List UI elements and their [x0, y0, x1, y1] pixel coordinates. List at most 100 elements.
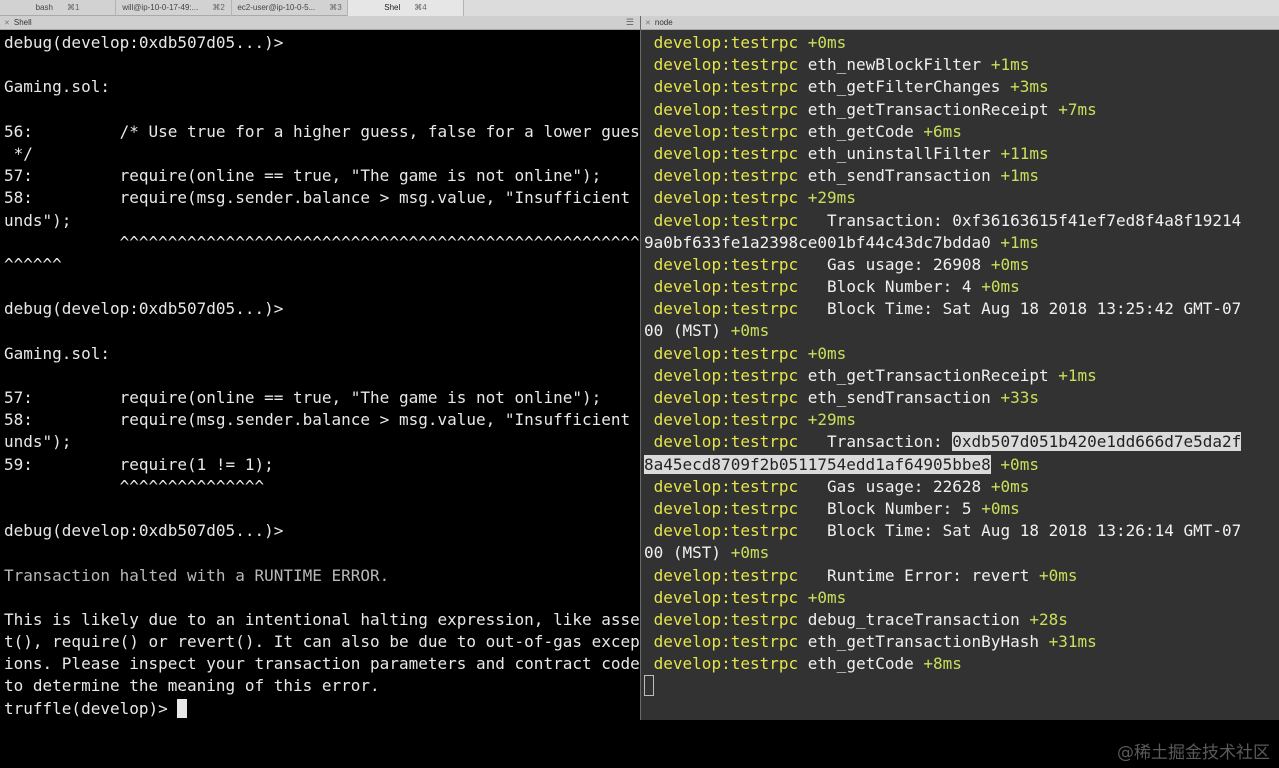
log-line: develop:testrpc Runtime Error: revert +0… — [644, 565, 1241, 587]
log-message: Block Number: 5 — [807, 498, 972, 518]
right-pane-header[interactable]: ✕ node — [641, 16, 1279, 30]
terminal-line: */ — [4, 143, 33, 163]
log-line-continuation: 8a45ecd8709f2b0511754edd1af64905bbe8 +0m… — [644, 454, 1241, 476]
log-line: develop:testrpc eth_sendTransaction +1ms — [644, 165, 1241, 187]
left-pane-header[interactable]: ✕ Shell ☰ — [0, 16, 640, 30]
log-tag: develop:testrpc — [653, 143, 799, 163]
log-time: +28s — [1029, 609, 1068, 629]
terminal-line: debug(develop:0xdb507d05...)> — [4, 521, 284, 541]
log-line: develop:testrpc eth_sendTransaction +33s — [644, 387, 1241, 409]
terminal-line: 56: /* Use true for a higher guess, fals… — [4, 121, 640, 141]
right-pane-title: node — [654, 18, 673, 27]
terminal-line: 58: require(msg.sender.balance > msg.val… — [4, 188, 640, 208]
log-time: +0ms — [990, 254, 1030, 274]
log-time: +0ms — [730, 321, 770, 341]
terminal-line: t(), require() or revert(). It can also … — [4, 632, 640, 652]
log-line: develop:testrpc +0ms — [644, 32, 1241, 54]
log-message: Block Time: Sat Aug 18 2018 13:26:14 GMT… — [807, 521, 1242, 541]
log-line: develop:testrpc Block Time: Sat Aug 18 2… — [644, 298, 1242, 320]
log-message: eth_getTransactionReceipt — [807, 365, 1049, 385]
terminal-line: 59: require(1 != 1); — [4, 454, 274, 474]
log-message: eth_sendTransaction — [807, 166, 991, 186]
close-icon[interactable]: ✕ — [4, 19, 10, 27]
log-time: +1ms — [990, 55, 1030, 75]
log-tag: develop:testrpc — [653, 498, 799, 518]
log-tag: develop:testrpc — [653, 343, 799, 363]
log-tag: develop:testrpc — [653, 388, 799, 407]
log-line: develop:testrpc eth_getCode +6ms — [644, 121, 1241, 143]
log-message: eth_newBlockFilter — [807, 55, 982, 75]
terminal-cursor — [177, 698, 188, 718]
log-tag: develop:testrpc — [653, 277, 799, 297]
log-line: develop:testrpc eth_getTransactionByHash… — [644, 631, 1241, 653]
log-line: develop:testrpc +0ms — [644, 587, 1241, 609]
log-message: debug_traceTransaction — [807, 609, 1020, 629]
log-time: +0ms — [1000, 454, 1039, 474]
log-message: eth_uninstallFilter — [807, 143, 991, 163]
log-tag: develop:testrpc — [653, 210, 799, 230]
log-tag: develop:testrpc — [653, 188, 799, 208]
prompt-line[interactable]: truffle(develop)> — [4, 698, 640, 720]
log-tag: develop:testrpc — [653, 77, 799, 97]
tab-shortcut: ⌘2 — [212, 3, 225, 12]
close-icon[interactable]: ✕ — [645, 19, 651, 27]
log-message: eth_getTransactionByHash — [807, 632, 1039, 652]
log-tag: develop:testrpc — [653, 55, 799, 75]
log-time: +29ms — [807, 410, 856, 430]
log-time: +0ms — [807, 343, 847, 363]
log-line: develop:testrpc debug_traceTransaction +… — [644, 609, 1241, 631]
shell-terminal-pane[interactable]: debug(develop:0xdb507d05...)> Gaming.sol:… — [0, 30, 640, 720]
tab-label: ec2-user@ip-10-0-5... — [237, 3, 316, 12]
log-message: Block Number: 4 — [807, 277, 972, 297]
log-line: develop:testrpc +29ms — [644, 187, 1241, 209]
log-tag: develop:testrpc — [653, 654, 799, 674]
watermark: @稀土掘金技术社区 — [1117, 743, 1270, 763]
log-line: develop:testrpc Transaction: 0xdb507d051… — [644, 431, 1242, 453]
log-time: +0ms — [807, 33, 847, 52]
log-tag: develop:testrpc — [653, 33, 799, 52]
node-cursor-line[interactable] — [644, 675, 1241, 697]
node-log-output: develop:testrpc +0ms develop:testrpc eth… — [644, 32, 1242, 698]
tab-2[interactable]: will@ip-10-0-17-49:... ⌘2 — [116, 0, 232, 16]
tab-3[interactable]: ec2-user@ip-10-0-5... ⌘3 — [232, 0, 348, 16]
terminal-line: Gaming.sol: — [4, 77, 110, 97]
log-time: +0ms — [981, 277, 1020, 297]
log-line: develop:testrpc Transaction: 0xf36163615… — [644, 210, 1242, 232]
log-line-continuation: 9a0bf633fe1a2398ce001bf44c43dc7bdda0 +1m… — [644, 232, 1241, 254]
tab-bar-filler — [464, 0, 1279, 16]
tab-4[interactable]: Shel ⌘4 — [348, 0, 464, 16]
log-line: develop:testrpc eth_getTransactionReceip… — [644, 365, 1241, 387]
selected-hash[interactable]: 0xdb507d051b420e1dd666d7e5da2f — [952, 432, 1242, 452]
log-time: +3ms — [1010, 77, 1049, 97]
log-message: eth_getCode — [807, 654, 914, 674]
log-time: +11ms — [1000, 143, 1049, 163]
log-line: develop:testrpc +0ms — [644, 343, 1241, 365]
log-message: eth_sendTransaction — [807, 388, 991, 407]
terminal-line: Gaming.sol: — [4, 343, 110, 363]
log-line: develop:testrpc eth_getTransactionReceip… — [644, 99, 1241, 121]
log-tag: develop:testrpc — [653, 299, 799, 319]
log-tag: develop:testrpc — [653, 521, 799, 541]
log-tag: develop:testrpc — [653, 254, 799, 274]
terminal-line: 58: require(msg.sender.balance > msg.val… — [4, 410, 640, 430]
log-time: +29ms — [807, 188, 856, 208]
log-tag: develop:testrpc — [653, 365, 799, 385]
tab-shortcut: ⌘4 — [414, 3, 427, 12]
tab-label: Shel — [384, 3, 401, 12]
menu-icon[interactable]: ☰ — [626, 17, 634, 28]
log-time: +1ms — [1058, 365, 1097, 385]
terminal-line: 57: require(online == true, "The game is… — [4, 388, 602, 407]
log-time: +7ms — [1058, 99, 1097, 119]
terminal-line: ^^^^^^^^^^^^^^^^^^^^^^^^^^^^^^^^^^^^^^^^… — [4, 232, 640, 252]
log-line: develop:testrpc eth_newBlockFilter +1ms — [644, 54, 1241, 76]
tab-1[interactable]: bash ⌘1 — [0, 0, 116, 16]
log-message: 9a0bf633fe1a2398ce001bf44c43dc7bdda0 — [644, 232, 991, 252]
log-line-continuation: 00 (MST) +0ms — [644, 542, 1241, 564]
selected-hash[interactable]: 8a45ecd8709f2b0511754edd1af64905bbe8 — [644, 454, 991, 474]
log-tag: develop:testrpc — [653, 432, 799, 452]
node-log-pane[interactable]: develop:testrpc +0ms develop:testrpc eth… — [641, 30, 1279, 720]
